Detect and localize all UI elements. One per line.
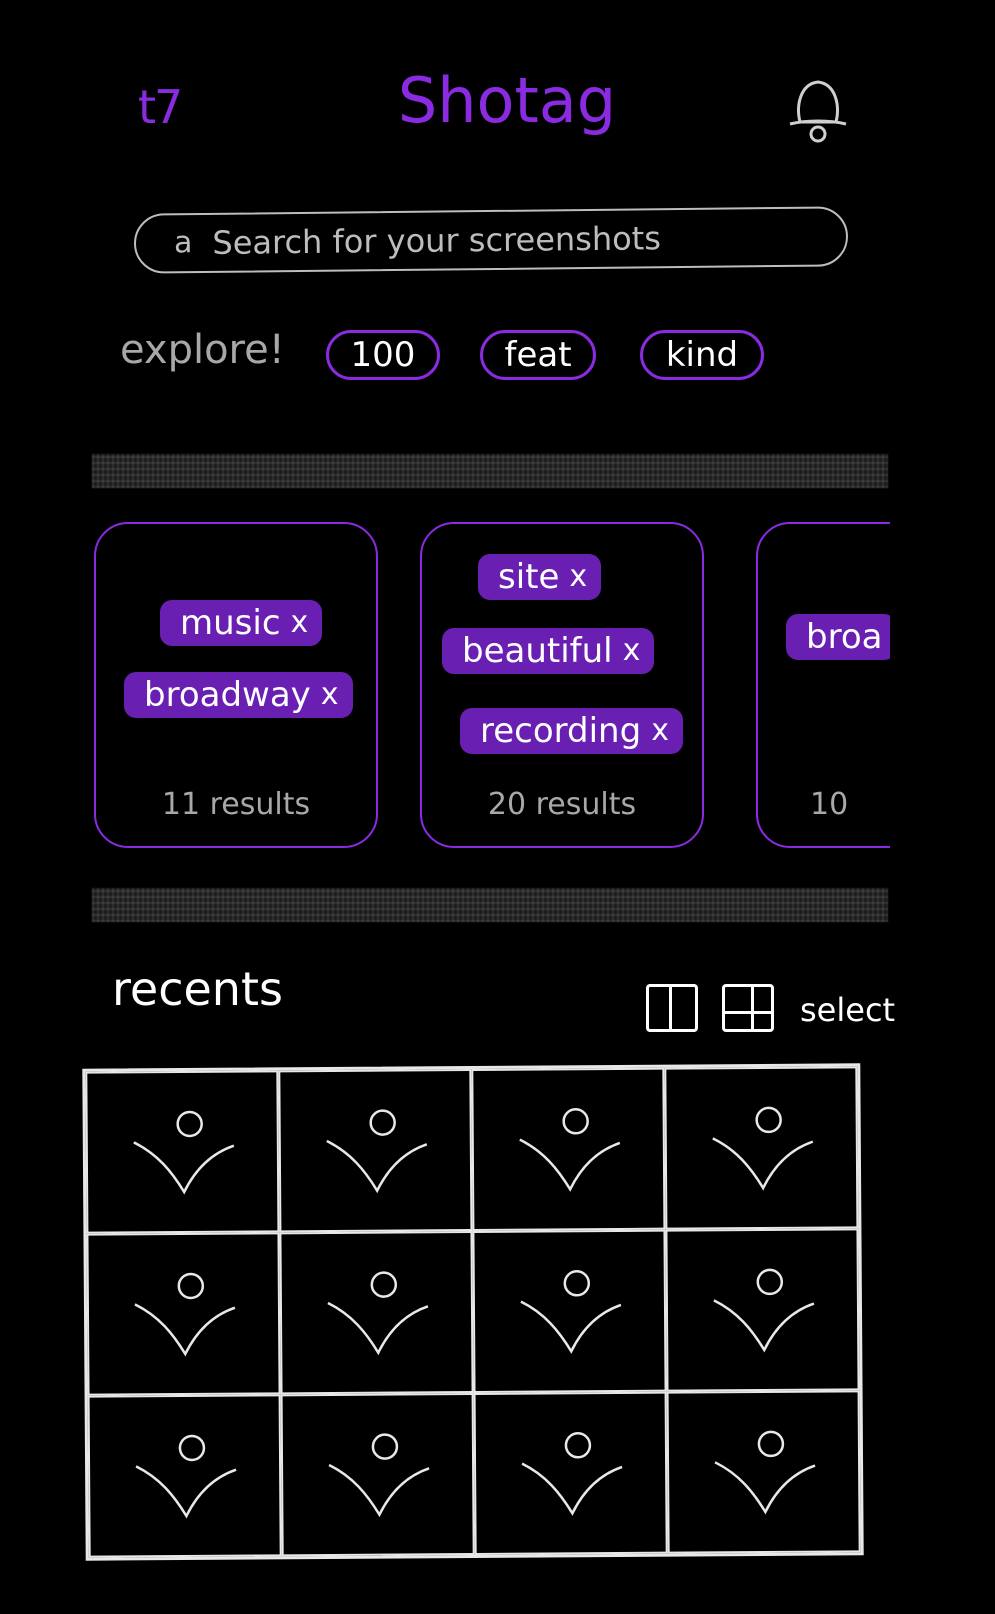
tag-label: broa: [806, 617, 883, 657]
screenshot-thumbnail[interactable]: [87, 1394, 282, 1558]
image-placeholder-icon: [133, 1272, 235, 1357]
tag-label: recording: [480, 711, 642, 751]
saved-search-card[interactable]: music x broadway x 11 results: [94, 522, 378, 848]
tag-chip[interactable]: beautiful x: [442, 628, 655, 674]
explore-label: explore!: [120, 327, 285, 373]
explore-chip-kind[interactable]: kind: [640, 330, 764, 380]
screenshot-thumbnail[interactable]: [279, 1231, 474, 1395]
image-placeholder-icon: [325, 1109, 427, 1194]
saved-search-card[interactable]: site x beautiful x recording x 20 result…: [420, 522, 704, 848]
header-left-text[interactable]: t7: [138, 84, 183, 130]
remove-tag-icon[interactable]: x: [623, 636, 641, 666]
saved-searches-carousel[interactable]: music x broadway x 11 results site x bea…: [90, 510, 890, 860]
recents-title: recents: [112, 962, 283, 1016]
results-count: 11 results: [161, 787, 311, 822]
image-placeholder-icon: [132, 1110, 234, 1195]
image-placeholder-icon: [328, 1433, 429, 1518]
image-placeholder-icon: [711, 1106, 813, 1191]
tag-chip[interactable]: broa: [786, 614, 890, 660]
screenshot-thumbnail[interactable]: [472, 1229, 667, 1393]
divider-top: [92, 454, 888, 488]
app-title: Shotag: [397, 64, 617, 137]
recents-grid: [82, 1063, 864, 1561]
bell-icon[interactable]: [786, 76, 850, 150]
grid-view-icon[interactable]: [722, 984, 774, 1032]
image-placeholder-icon: [521, 1432, 622, 1516]
results-count: 10: [810, 787, 849, 822]
explore-chip-feat[interactable]: feat: [480, 330, 596, 380]
two-column-view-icon[interactable]: [646, 984, 698, 1032]
tag-chip[interactable]: recording x: [460, 708, 683, 754]
screenshot-thumbnail[interactable]: [473, 1391, 668, 1555]
image-placeholder-icon: [519, 1270, 621, 1354]
tag-chip[interactable]: music x: [160, 600, 323, 646]
screenshot-thumbnail[interactable]: [471, 1067, 666, 1232]
tag-chip[interactable]: site x: [478, 554, 602, 600]
image-placeholder-icon: [714, 1430, 815, 1515]
explore-chip-100[interactable]: 100: [326, 330, 440, 380]
remove-tag-icon[interactable]: x: [291, 608, 309, 638]
screenshot-thumbnail[interactable]: [85, 1070, 280, 1234]
saved-search-card[interactable]: broa 10: [756, 522, 890, 848]
screenshot-thumbnail[interactable]: [666, 1390, 861, 1554]
image-placeholder-icon: [518, 1108, 620, 1192]
remove-tag-icon[interactable]: x: [651, 716, 669, 746]
remove-tag-icon[interactable]: x: [569, 562, 587, 592]
screenshot-thumbnail[interactable]: [278, 1069, 473, 1233]
tag-label: broadway: [144, 675, 311, 715]
tag-chip[interactable]: broadway x: [124, 672, 353, 718]
remove-tag-icon[interactable]: x: [321, 680, 339, 710]
search-bar[interactable]: a: [133, 206, 849, 274]
image-placeholder-icon: [135, 1434, 236, 1519]
tag-label: beautiful: [462, 631, 613, 671]
screenshot-thumbnail[interactable]: [280, 1392, 475, 1557]
screenshot-thumbnail[interactable]: [86, 1232, 281, 1396]
search-icon: a: [173, 225, 193, 261]
screenshot-thumbnail[interactable]: [665, 1228, 860, 1392]
screenshot-thumbnail[interactable]: [664, 1066, 859, 1230]
select-button[interactable]: select: [800, 994, 895, 1026]
results-count: 20 results: [487, 787, 637, 822]
tag-label: site: [498, 557, 560, 597]
image-placeholder-icon: [326, 1271, 428, 1356]
tag-label: music: [180, 603, 281, 643]
divider-bottom: [92, 888, 888, 922]
search-input[interactable]: [210, 217, 775, 263]
image-placeholder-icon: [712, 1268, 814, 1353]
